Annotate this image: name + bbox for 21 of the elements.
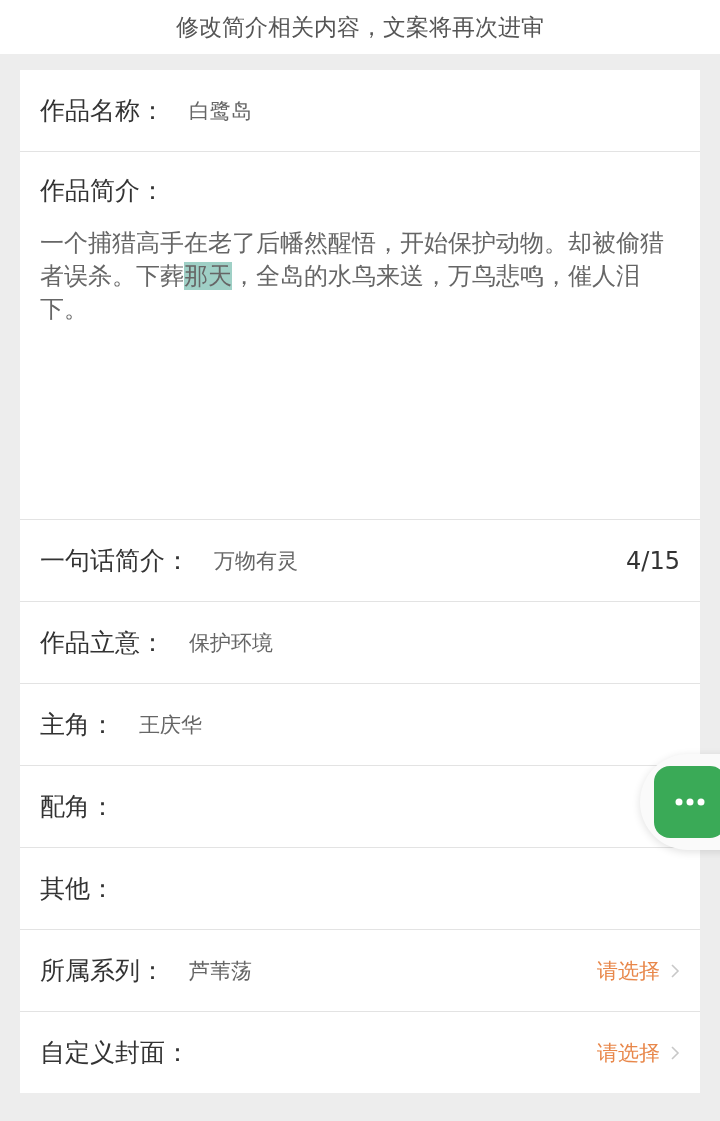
input-field[interactable]: 白鹭岛 xyxy=(189,93,680,128)
field-label: 作品简介： xyxy=(40,175,166,207)
selected-value: 芦苇荡 xyxy=(189,957,253,985)
chevron-right-icon xyxy=(670,1045,680,1060)
field-label: 一句话简介： xyxy=(40,545,190,577)
notice-bar: 修改简介相关内容，文案将再次进审 xyxy=(0,0,720,54)
field-label: 主角： xyxy=(40,709,115,741)
input-field[interactable]: 万物有灵 xyxy=(214,543,603,578)
char-counter: 4/15 xyxy=(626,546,680,575)
field-label: 作品立意： xyxy=(40,627,165,659)
input-field[interactable]: 王庆华 xyxy=(139,707,680,742)
field-label: 所属系列： xyxy=(40,955,165,987)
chevron-right-icon xyxy=(670,963,680,978)
field-label: 其他： xyxy=(40,873,115,905)
description-text[interactable]: 一个捕猎高手在老了后幡然醒悟，开始保护动物。却被偷猎者误杀。下葬那天，全岛的水鸟来送，万鸟悲鸣，催人泪下。 xyxy=(40,227,666,326)
field-label: 自定义封面： xyxy=(40,1037,190,1069)
field-label: 配角： xyxy=(40,791,115,823)
more-button[interactable] xyxy=(654,766,720,838)
input-field[interactable]: 保护环境 xyxy=(189,625,680,660)
more-icon xyxy=(675,798,705,806)
field-label: 作品名称： xyxy=(40,95,165,127)
